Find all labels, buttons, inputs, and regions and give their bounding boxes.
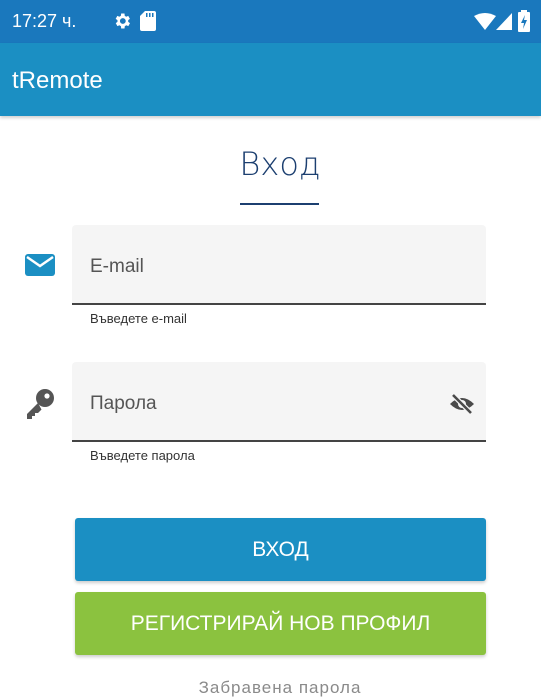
- signal-icon: [496, 13, 512, 30]
- password-helper-text: Въведете парола: [90, 448, 195, 463]
- settings-icon: [115, 13, 130, 29]
- status-bar: 17:27 ч.: [0, 0, 541, 43]
- email-field[interactable]: E-mail: [72, 225, 486, 305]
- app-title: tRemote: [12, 67, 103, 94]
- page-title: Вход: [239, 145, 321, 183]
- sd-card-icon: [140, 11, 156, 31]
- battery-icon: [518, 10, 530, 32]
- eye-off-icon[interactable]: [448, 393, 476, 415]
- title-underline: [240, 203, 319, 205]
- mail-icon: [25, 254, 55, 276]
- wifi-icon: [474, 13, 496, 30]
- app-bar: tRemote: [0, 43, 541, 116]
- password-placeholder: Парола: [90, 393, 157, 414]
- key-icon: [27, 389, 54, 419]
- status-time: 17:27 ч.: [12, 11, 77, 31]
- password-field[interactable]: Парола: [72, 362, 486, 442]
- email-helper-text: Въведете e-mail: [90, 311, 187, 326]
- email-placeholder: E-mail: [90, 256, 144, 277]
- register-button[interactable]: РЕГИСТРИРАЙ НОВ ПРОФИЛ: [75, 592, 486, 655]
- login-button[interactable]: ВХОД: [75, 518, 486, 581]
- forgot-password-link[interactable]: Забравена парола: [0, 678, 541, 698]
